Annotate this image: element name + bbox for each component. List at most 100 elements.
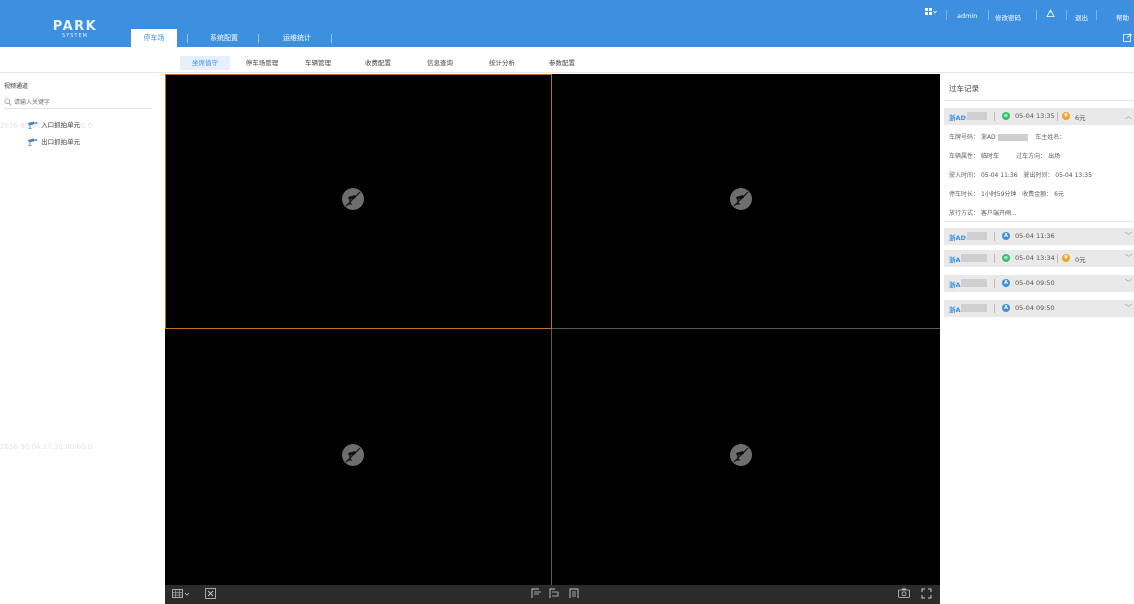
detail-label: 收费金额： <box>1022 191 1053 198</box>
plate-mask <box>967 112 987 120</box>
detail-row-attribute: 车辆属性： 临时车 过车方向： 出场 <box>949 151 1060 160</box>
subnav-tab-parameters[interactable]: 参数配置 <box>542 56 582 70</box>
video-tile-1[interactable] <box>165 74 551 328</box>
record-time: 05-04 13:34 <box>1015 254 1055 262</box>
record-header[interactable]: 浙A A 05-04 09:50 ﹀ <box>944 275 1134 292</box>
plate-mask <box>967 232 987 240</box>
tree-item-entry-unit[interactable]: 入口抓拍单元 <box>27 120 80 130</box>
video-wall <box>165 74 940 585</box>
record-header[interactable]: 浙A ⊖ 05-04 13:34 ¥ 0元 ﹀ <box>944 250 1134 267</box>
record-divider <box>994 279 995 288</box>
detail-label: 停车时长： <box>949 191 980 198</box>
plate-mask <box>997 134 1028 141</box>
plate-number: 浙AD <box>949 234 966 242</box>
plate-number: 浙A <box>949 306 961 314</box>
detail-label: 车辆属性： <box>949 153 980 160</box>
nav-tab-parking[interactable]: 停车场 <box>131 29 177 47</box>
detail-label: 车主姓名： <box>1035 134 1066 141</box>
chevron-down-icon[interactable]: ﹀ <box>1125 303 1132 313</box>
logo-subtext: SYSTEM <box>62 33 88 39</box>
record-header[interactable]: 浙AD ⊖ 05-04 13:35 ¥ 6元 ︿ <box>944 108 1134 125</box>
detail-label: 过车方向： <box>1016 153 1047 160</box>
no-signal-camera-icon <box>730 188 752 210</box>
subnav-tab-seat-duty[interactable]: 坐席值守 <box>180 56 230 70</box>
subnav-tab-statistics[interactable]: 统计分析 <box>482 56 522 70</box>
chevron-up-icon[interactable]: ︿ <box>1125 111 1132 121</box>
layout-grid-icon[interactable] <box>171 588 191 601</box>
logout-link[interactable]: 退出 <box>1075 12 1088 22</box>
detail-value: 出场 <box>1048 153 1061 160</box>
record-header[interactable]: 浙AD A 05-04 11:36 ﹀ <box>944 228 1134 245</box>
plate-mask <box>961 254 987 262</box>
detail-value: 05-04 13:35 <box>1055 172 1092 179</box>
pass-records-panel: 过车记录 浙AD ⊖ 05-04 13:35 ¥ 6元 ︿ 车牌号码： 浙AD … <box>944 74 1134 604</box>
record-fee: 0元 <box>1075 256 1086 264</box>
panel-title: 视频通道 <box>4 83 29 90</box>
app-logo: PARK SYSTEM <box>52 20 98 40</box>
header-divider <box>1096 10 1097 20</box>
chevron-down-icon[interactable]: ﹀ <box>1125 231 1132 241</box>
record-divider <box>994 232 995 241</box>
plate-number: 浙A <box>949 281 961 289</box>
detail-label: 驶入时间： <box>949 172 980 179</box>
detail-value: 临时车 <box>980 153 999 160</box>
subnav-tab-fee-config[interactable]: 收费配置 <box>358 56 398 70</box>
record-time: 05-04 09:50 <box>1015 279 1055 287</box>
detail-value: 6元 <box>1054 191 1064 198</box>
open-gate-icon[interactable] <box>529 588 543 601</box>
detail-label: 放行方式： <box>949 210 980 217</box>
detail-row-release: 放行方式： 客户端开闸... <box>949 208 1017 217</box>
ghost-overlay-text: 2036-90:04:17,36:00:00:0 <box>0 122 93 130</box>
no-signal-camera-icon <box>342 444 364 466</box>
keep-gate-open-icon[interactable] <box>567 588 581 601</box>
entry-status-icon: A <box>1002 304 1010 312</box>
header-divider <box>1036 10 1037 20</box>
nav-divider <box>331 34 332 43</box>
camera-icon <box>27 138 38 146</box>
plate-number: 浙A <box>949 256 961 264</box>
detail-row-duration: 停车时长： 1小时59分钟 收费金额： 6元 <box>949 189 1064 198</box>
detail-row-plate: 车牌号码： 浙AD 车主姓名： <box>949 132 1065 141</box>
close-all-icon[interactable] <box>203 588 217 601</box>
ghost-overlay-text: 2036-90:04:17,36:00:00:0 <box>0 443 93 451</box>
app-grid-icon[interactable] <box>925 8 937 18</box>
tree-item-exit-unit[interactable]: 出口抓拍单元 <box>27 137 80 147</box>
video-tile-4[interactable] <box>552 329 940 585</box>
chevron-down-icon[interactable]: ﹀ <box>1125 278 1132 288</box>
subnav-tab-info-query[interactable]: 信息查询 <box>420 56 460 70</box>
exit-status-icon: ⊖ <box>1002 112 1010 120</box>
nav-tab-system-config[interactable]: 系统配置 <box>202 29 246 47</box>
subnav-divider <box>0 72 1134 73</box>
nav-tab-ops-stats[interactable]: 运维统计 <box>274 29 320 47</box>
tile-divider-horizontal <box>165 328 940 329</box>
record-divider <box>1057 112 1058 121</box>
fullscreen-icon[interactable] <box>919 588 933 601</box>
entry-status-icon: A <box>1002 232 1010 240</box>
top-bar: PARK SYSTEM 停车场 系统配置 运维统计 admin 修改密码 退出 … <box>0 0 1134 47</box>
record-time: 05-04 11:36 <box>1015 232 1055 240</box>
tree-item-label: 入口抓拍单元 <box>41 121 81 129</box>
help-link[interactable]: 帮助 <box>1116 12 1129 22</box>
close-gate-icon[interactable] <box>547 588 561 601</box>
video-tile-2[interactable] <box>552 74 940 328</box>
panel-title: 过车记录 <box>949 84 979 93</box>
chevron-down-icon[interactable]: ﹀ <box>1125 253 1132 263</box>
record-header[interactable]: 浙A A 05-04 09:50 ﹀ <box>944 300 1134 317</box>
no-signal-camera-icon <box>342 188 364 210</box>
snapshot-icon[interactable] <box>897 588 911 601</box>
record-divider <box>994 112 995 121</box>
video-channel-panel: 视频通道 2036-90:04:17,36:00:00:0 入口抓拍单元 出口抓… <box>0 73 165 604</box>
plate-mask <box>961 304 987 312</box>
username[interactable]: admin <box>957 12 977 20</box>
change-password-link[interactable]: 修改密码 <box>995 12 1021 22</box>
subnav-tab-vehicle-management[interactable]: 车辆管理 <box>298 56 338 70</box>
channel-search <box>4 97 152 109</box>
subnav-tab-lot-management[interactable]: 停车场管理 <box>240 56 284 70</box>
search-input[interactable] <box>14 97 144 108</box>
detail-value: 客户端开闸... <box>980 210 1017 217</box>
notification-icon[interactable] <box>1046 9 1055 20</box>
nav-divider <box>187 34 188 43</box>
video-tile-3[interactable] <box>165 329 551 585</box>
export-icon[interactable] <box>1123 33 1132 44</box>
tile-divider-vertical <box>551 74 552 585</box>
